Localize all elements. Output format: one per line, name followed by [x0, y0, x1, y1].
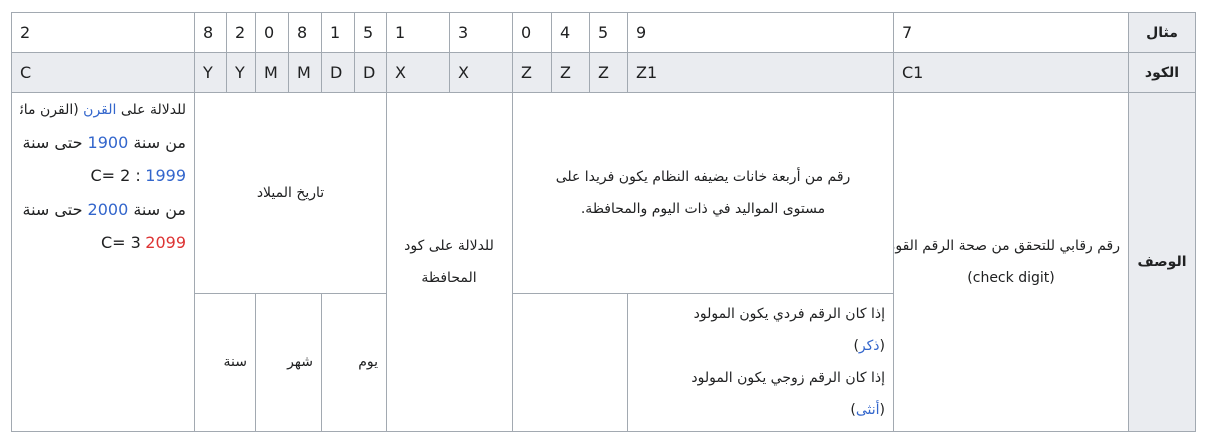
code-z1: Z1 [627, 52, 894, 94]
code-header: الكود [1128, 52, 1196, 94]
page: مثال 7 9 5 4 0 3 1 5 1 8 0 2 8 2 الكود C… [0, 0, 1206, 440]
century-line-2: من سنة 1900 حتى سنة [22, 132, 187, 152]
code-x: X [449, 52, 513, 94]
birth-sequence-text: رقم من أربعة خانات يضيفه النظام يكون فري… [555, 168, 851, 217]
example-digit-13: 8 [194, 11, 227, 54]
code-m: M [288, 52, 322, 94]
example-digit-7: 1 [386, 11, 450, 54]
gender-odd: إذا كان الرقم فردي يكون المولود [693, 306, 885, 323]
example-digit-1: 7 [893, 11, 1129, 54]
code-d: D [354, 52, 387, 94]
example-row: مثال 7 9 5 4 0 3 1 5 1 8 0 2 8 2 [11, 11, 1196, 54]
example-digit-12: 2 [226, 11, 256, 54]
check-digit-english: (check digit) [967, 270, 1055, 287]
code-m: M [255, 52, 289, 94]
code-z: Z [589, 52, 628, 94]
description-row: الوصف رقم رقابي للتحقق من صحة الرقم القو… [11, 92, 1196, 432]
governorate-description: للدلالة على كود المحافظة [386, 92, 513, 432]
century-line-3: 1999 C= 2 : [90, 166, 187, 186]
code-z: Z [512, 52, 552, 94]
example-digit-9: 1 [321, 11, 355, 54]
male-link[interactable]: ذكر [859, 338, 880, 354]
code-x: X [386, 52, 450, 94]
national-id-table: مثال 7 9 5 4 0 3 1 5 1 8 0 2 8 2 الكود C… [11, 11, 1196, 433]
example-digit-2: 9 [627, 11, 894, 54]
century-link[interactable]: القرن [83, 102, 116, 118]
day-label: يوم [321, 292, 387, 433]
gender-description: إذا كان الرقم فردي يكون المولود (ذكر) إذ… [627, 292, 894, 433]
gender-male: (ذكر) [853, 338, 885, 355]
code-c: C [11, 52, 195, 94]
gender-female: (أنثى) [850, 402, 885, 419]
century-line-4: من سنة 2000 حتى سنة [22, 199, 187, 219]
code-row: الكود C1 Z1 Z Z Z X X D D M M Y Y C [11, 52, 1196, 94]
example-digit-8: 5 [354, 11, 387, 54]
example-digit-5: 0 [512, 11, 552, 54]
example-header: مثال [1128, 11, 1196, 54]
code-y: Y [226, 52, 256, 94]
month-label: شهر [255, 292, 322, 433]
code-z: Z [551, 52, 590, 94]
description-header: الوصف [1128, 92, 1196, 432]
check-digit-text: رقم رقابي للتحقق من صحة الرقم القومي [893, 238, 1121, 255]
example-digit-11: 0 [255, 11, 289, 54]
governorate-text: للدلالة على كود المحافظة [404, 238, 494, 287]
sequence-blank [512, 292, 628, 433]
example-digit-3: 5 [589, 11, 628, 54]
century-line-5: 2099 C= 3 [100, 233, 186, 253]
code-y: Y [194, 52, 227, 94]
female-link[interactable]: أنثى [856, 402, 880, 418]
example-digit-6: 3 [449, 11, 513, 54]
example-digit-10: 8 [288, 11, 322, 54]
code-c1: C1 [893, 52, 1129, 94]
code-d: D [321, 52, 355, 94]
example-digit-4: 4 [551, 11, 590, 54]
birth-date-description: تاريخ الميلاد [194, 92, 387, 294]
century-line-1: للدلالة على القرن (القرن مائة عام) [20, 102, 186, 119]
check-digit-description: رقم رقابي للتحقق من صحة الرقم القومي (ch… [893, 92, 1129, 432]
gender-even: إذا كان الرقم زوجي يكون المولود [691, 370, 885, 387]
birth-sequence-description: رقم من أربعة خانات يضيفه النظام يكون فري… [512, 92, 894, 294]
example-digit-14: 2 [11, 11, 195, 54]
year-label: سنة [194, 292, 256, 433]
century-description: للدلالة على القرن (القرن مائة عام) من سن… [11, 92, 195, 432]
